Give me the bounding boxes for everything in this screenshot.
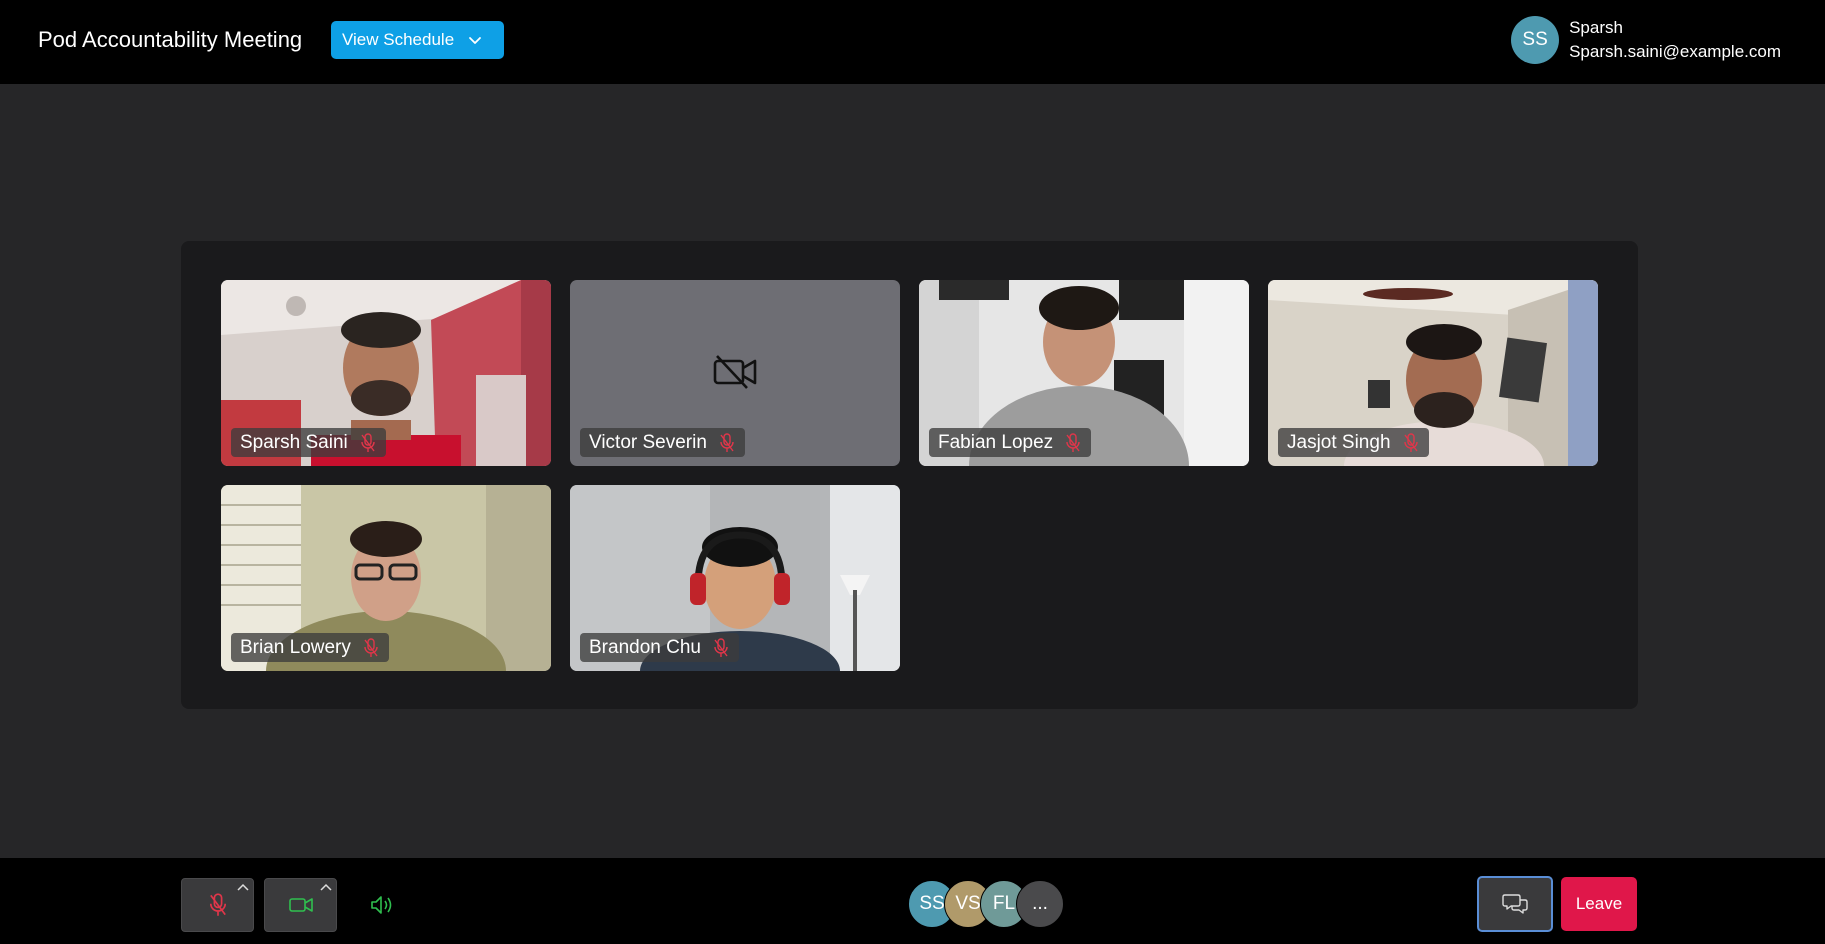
participant-name: Brian Lowery	[240, 636, 351, 658]
video-tile[interactable]: Jasjot Singh	[1268, 280, 1598, 466]
user-info: Sparsh Sparsh.saini@example.com	[1569, 18, 1781, 62]
tile-label: Victor Severin	[580, 428, 745, 457]
mic-toggle-button[interactable]	[181, 878, 254, 932]
chevron-up-icon[interactable]	[237, 883, 249, 891]
video-tile[interactable]: Sparsh Saini	[221, 280, 551, 466]
camera-icon	[288, 898, 313, 912]
participant-name: Sparsh Saini	[240, 431, 348, 453]
participant-avatars[interactable]: SS VS FL ...	[908, 880, 1064, 930]
video-tile[interactable]: Victor Severin	[570, 280, 900, 466]
video-off-icon	[713, 355, 757, 389]
more-participants-button[interactable]: ...	[1016, 880, 1064, 928]
mic-off-icon	[209, 893, 226, 916]
tile-label: Brandon Chu	[580, 633, 739, 662]
mic-off-icon	[720, 432, 734, 452]
control-bar: SS VS FL ... Leave	[0, 858, 1825, 944]
video-tile[interactable]: Brian Lowery	[221, 485, 551, 671]
video-tile[interactable]: Fabian Lopez	[919, 280, 1249, 466]
participant-name: Brandon Chu	[589, 636, 701, 658]
view-schedule-label: View Schedule	[342, 30, 455, 49]
chat-icon	[1502, 894, 1528, 914]
user-name: Sparsh	[1569, 18, 1623, 37]
mic-off-icon	[714, 637, 728, 657]
user-profile[interactable]: SS Sparsh Sparsh.saini@example.com	[1511, 16, 1781, 64]
speaker-button[interactable]	[368, 891, 396, 919]
camera-toggle-button[interactable]	[264, 878, 337, 932]
participant-name: Fabian Lopez	[938, 431, 1054, 453]
tile-label: Fabian Lopez	[929, 428, 1092, 457]
mic-off-icon	[1403, 432, 1418, 452]
tile-label: Brian Lowery	[231, 633, 389, 662]
speaker-icon	[371, 896, 392, 914]
mic-off-icon	[1066, 432, 1080, 452]
chat-button[interactable]	[1477, 876, 1553, 932]
participant-name: Jasjot Singh	[1287, 431, 1391, 453]
meeting-title: Pod Accountability Meeting	[38, 27, 303, 52]
mic-off-icon	[361, 432, 375, 452]
view-schedule-button[interactable]: View Schedule	[331, 21, 504, 59]
chevron-up-icon[interactable]	[320, 883, 332, 891]
tile-label: Jasjot Singh	[1278, 428, 1429, 457]
chevron-down-icon	[469, 37, 482, 44]
top-bar: Pod Accountability Meeting View Schedule…	[0, 0, 1825, 84]
mic-off-icon	[364, 637, 378, 657]
video-grid: Sparsh Saini Victor Severin Fabian Lopez…	[181, 241, 1638, 709]
leave-button[interactable]: Leave	[1561, 877, 1637, 931]
user-avatar: SS	[1511, 16, 1560, 64]
tile-label: Sparsh Saini	[231, 428, 386, 457]
user-email: Sparsh.saini@example.com	[1569, 42, 1781, 61]
participant-name: Victor Severin	[589, 431, 707, 453]
video-tile[interactable]: Brandon Chu	[570, 485, 900, 671]
